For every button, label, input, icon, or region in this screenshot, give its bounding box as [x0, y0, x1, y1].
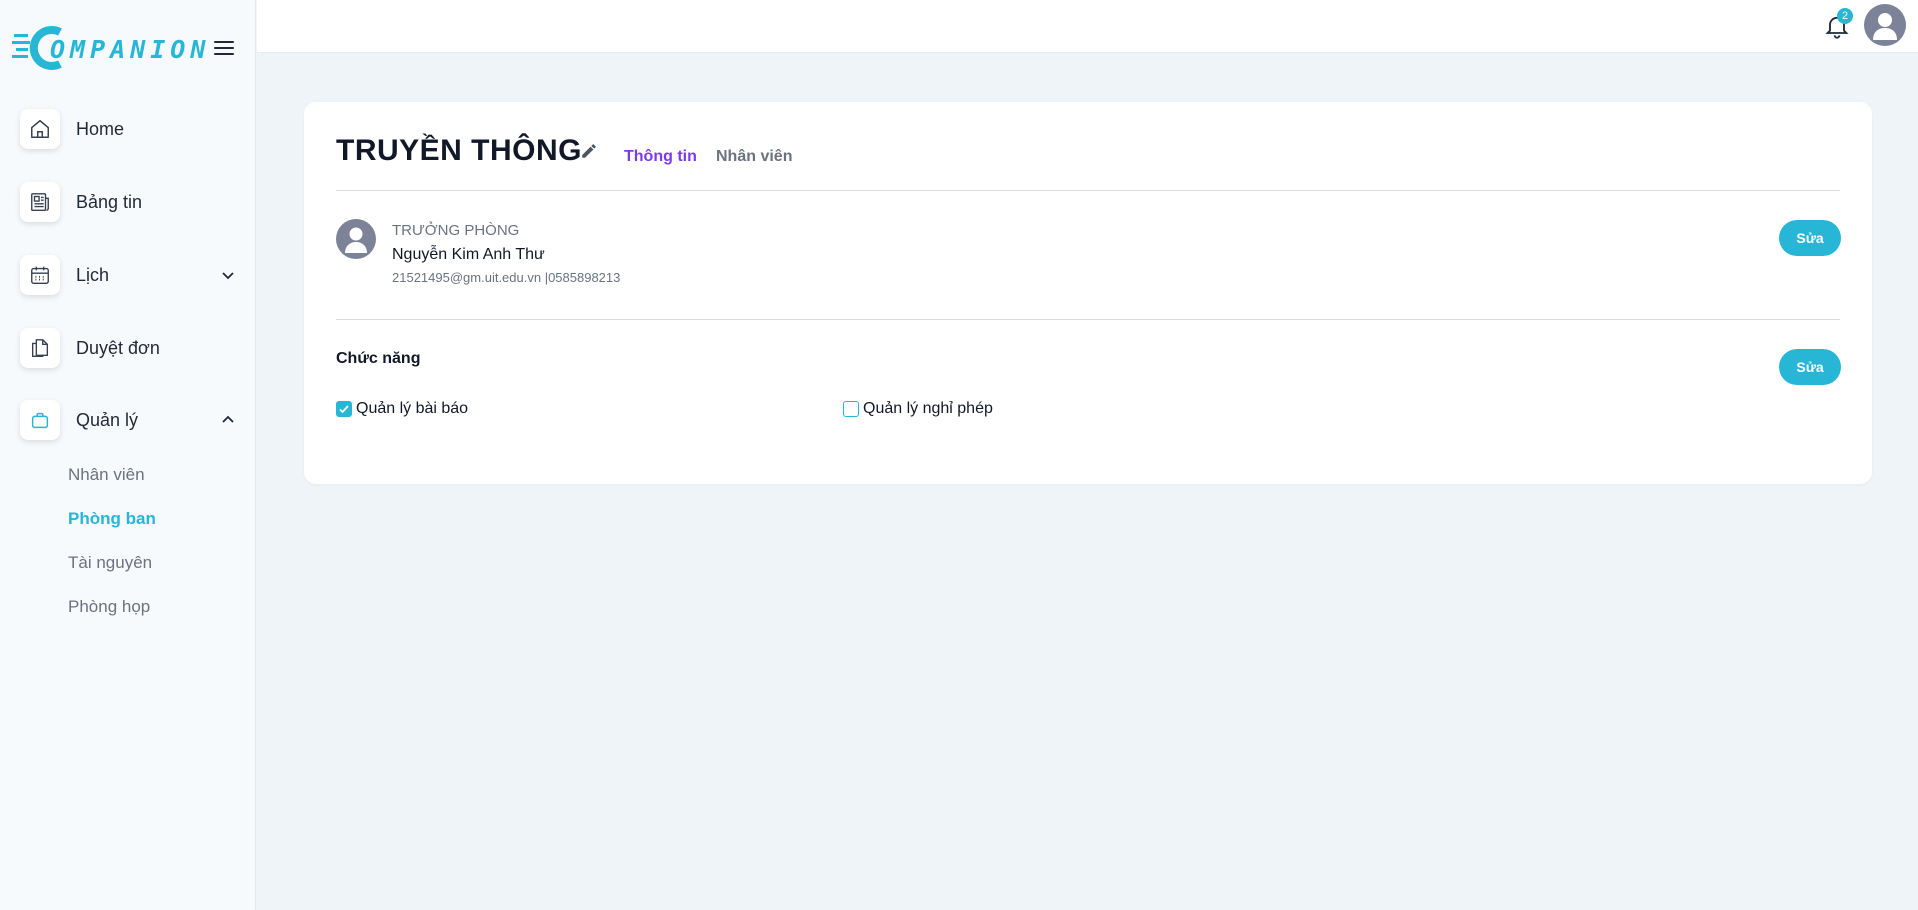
sidebar-item-management[interactable]: Quản lý	[20, 398, 236, 442]
sidebar-item-label: Quản lý	[76, 409, 139, 430]
permission-leave[interactable]: Quản lý nghỉ phép	[843, 400, 993, 418]
manager-avatar	[336, 219, 376, 259]
sidebar-item-news[interactable]: Bảng tin	[20, 180, 236, 224]
permission-label: Quản lý bài báo	[356, 400, 469, 417]
chevron-up-icon	[222, 415, 234, 423]
permission-articles[interactable]: Quản lý bài báo	[336, 400, 468, 418]
page-title: TRUYỀN THÔNG	[336, 134, 582, 167]
tab-employees[interactable]: Nhân viên	[716, 148, 792, 166]
user-icon	[345, 227, 367, 253]
sidebar-item-label: Home	[76, 118, 125, 139]
manager-name: Nguyễn Kim Anh Thư	[392, 246, 545, 263]
sidebar-item-label: Bảng tin	[76, 191, 143, 212]
menu-toggle-icon[interactable]	[212, 38, 236, 58]
divider	[336, 319, 1840, 320]
chevron-down-icon	[222, 272, 234, 280]
sidebar-item-approvals[interactable]: Duyệt đơn	[20, 326, 236, 370]
functions-title: Chức năng	[336, 350, 421, 367]
submenu-item-meeting-rooms[interactable]: Phòng họp	[68, 597, 150, 617]
department-card: TRUYỀN THÔNG Thông tin Nhân viên TRƯỞNG …	[304, 102, 1872, 484]
pencil-icon[interactable]	[580, 142, 598, 160]
notification-badge: 2	[1837, 8, 1853, 24]
checkbox-checked[interactable]	[336, 401, 352, 417]
edit-functions-button[interactable]: Sửa	[1779, 349, 1841, 385]
sidebar: OMPANION Home Bảng tin Lịch Duyệt đơn Qu…	[0, 0, 256, 910]
calendar-icon	[20, 255, 60, 295]
user-avatar[interactable]	[1864, 4, 1906, 46]
submenu-item-employees[interactable]: Nhân viên	[68, 465, 145, 485]
manager-role: TRƯỞNG PHÒNG	[392, 222, 520, 239]
logo-row: OMPANION	[12, 22, 242, 74]
divider	[336, 190, 1840, 191]
home-icon	[20, 109, 60, 149]
companion-logo[interactable]: OMPANION	[12, 22, 205, 74]
tab-info[interactable]: Thông tin	[624, 148, 697, 166]
checkbox-unchecked[interactable]	[843, 401, 859, 417]
sidebar-item-home[interactable]: Home	[20, 107, 236, 151]
submenu-item-resources[interactable]: Tài nguyên	[68, 553, 152, 573]
user-icon	[1873, 13, 1897, 40]
document-copy-icon	[20, 328, 60, 368]
manager-contact: 21521495@gm.uit.edu.vn |0585898213	[392, 270, 621, 285]
submenu-item-departments[interactable]: Phòng ban	[68, 509, 156, 529]
briefcase-icon	[20, 400, 60, 440]
edit-manager-button[interactable]: Sửa	[1779, 220, 1841, 256]
newspaper-icon	[20, 182, 60, 222]
logo-text: OMPANION	[50, 35, 211, 64]
check-icon	[339, 405, 349, 414]
sidebar-item-label: Duyệt đơn	[76, 337, 160, 358]
sidebar-item-calendar[interactable]: Lịch	[20, 253, 236, 297]
permission-label: Quản lý nghỉ phép	[863, 400, 993, 417]
sidebar-item-label: Lịch	[76, 264, 110, 285]
topbar: 2	[257, 0, 1918, 53]
